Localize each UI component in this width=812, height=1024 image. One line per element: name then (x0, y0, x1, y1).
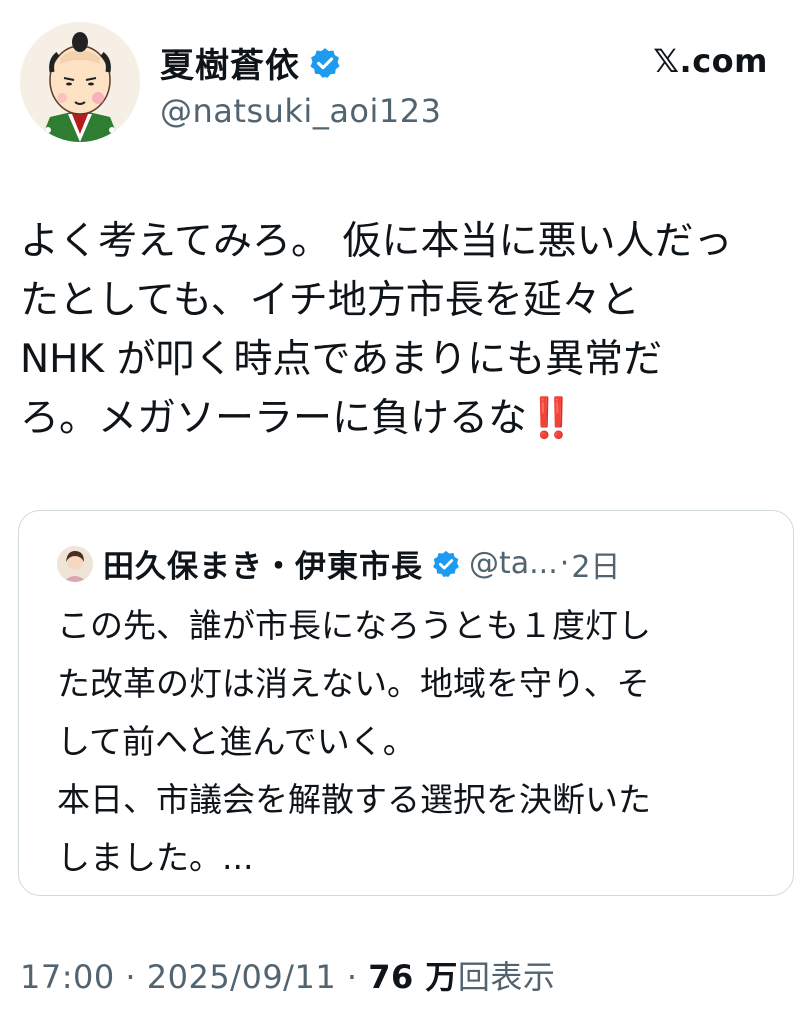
tweet-header: 夏樹蒼依 @natsuki_aoi123 𝕏.com (0, 0, 812, 170)
quoted-line: た改革の灯は消えない。地域を守り、そ (57, 664, 650, 703)
tweet-line: よく考えてみろ。 仮に本当に悪い人だっ (20, 219, 733, 264)
tweet-line: NHK が叩く時点であまりにも異常だ (20, 337, 663, 382)
quoted-line: しました。... (57, 838, 254, 877)
samurai-avatar-icon (20, 22, 140, 142)
author-handle[interactable]: @natsuki_aoi123 (160, 92, 441, 130)
author-name-row[interactable]: 夏樹蒼依 (160, 38, 342, 87)
tweet-line-last: ろ。メガソーラーに負けるな‼️ (20, 389, 800, 448)
quoted-author-avatar[interactable] (57, 545, 93, 582)
view-count-label: 回表示 (457, 958, 556, 996)
post-time[interactable]: 17:00 (20, 958, 115, 996)
quoted-tweet-card[interactable]: 田久保まき・伊東市長 @ta... · 2日 この先、誰が市長になろうとも１度灯… (18, 510, 794, 896)
quoted-tweet-body: この先、誰が市長になろうとも１度灯し た改革の灯は消えない。地域を守り、そ して… (57, 597, 777, 887)
tweet-line-text: ろ。メガソーラーに負けるな (20, 396, 528, 441)
meta-separator: · (125, 958, 137, 996)
verified-badge-icon (308, 46, 342, 80)
view-count: 76 万 (368, 958, 458, 996)
tweet-metadata: 17:00 · 2025/09/11 · 76 万回表示 (20, 952, 555, 998)
meta-separator: · (346, 958, 358, 996)
quoted-author-handle[interactable]: @ta... (469, 546, 558, 581)
tweet-body: よく考えてみろ。 仮に本当に悪い人だっ たとしても、イチ地方市長を延々と NHK… (20, 212, 800, 448)
post-date[interactable]: 2025/09/11 (147, 958, 336, 996)
quoted-line: この先、誰が市長になろうとも１度灯し (57, 606, 651, 645)
quoted-timestamp[interactable]: 2日 (571, 542, 620, 586)
double-exclamation-icon: ‼️ (527, 396, 576, 441)
tweet-line: たとしても、イチ地方市長を延々と (20, 278, 640, 323)
quoted-tweet-header: 田久保まき・伊東市長 @ta... · 2日 (57, 541, 620, 586)
person-avatar-icon (57, 545, 93, 582)
verified-badge-icon (431, 549, 461, 579)
x-com-label: 𝕏.com (653, 42, 768, 80)
author-avatar[interactable] (20, 22, 140, 142)
quoted-author-name[interactable]: 田久保まき・伊東市長 (103, 541, 423, 586)
quoted-line: 本日、市議会を解散する選択を決断いた (57, 780, 651, 819)
quoted-separator: · (559, 546, 570, 581)
author-name[interactable]: 夏樹蒼依 (160, 38, 300, 87)
quoted-line: して前へと進んでいく。 (57, 722, 416, 761)
